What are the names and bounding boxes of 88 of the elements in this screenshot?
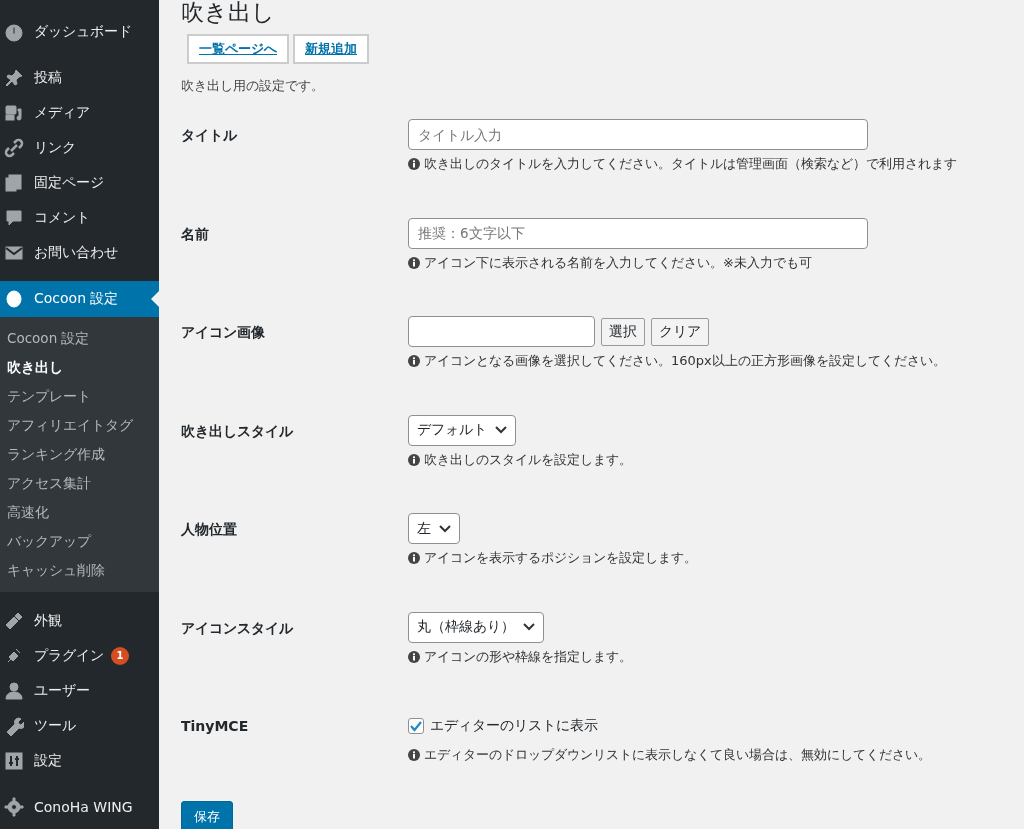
menu-label: ユーザー xyxy=(34,681,90,700)
menu-item[interactable]: 外観 xyxy=(0,603,159,638)
info-icon xyxy=(408,355,420,367)
submenu-item[interactable]: キャッシュ削除 xyxy=(0,556,159,585)
pages-icon xyxy=(4,172,24,193)
info-icon xyxy=(408,158,420,170)
gauge-icon xyxy=(4,21,24,42)
field-label: 吹き出しスタイル xyxy=(181,422,293,441)
field-label: タイトル xyxy=(181,127,237,145)
media-icon xyxy=(4,102,24,123)
brush-icon xyxy=(4,610,24,631)
help-text-label: 吹き出しのタイトルを入力してください。タイトルは管理画面（検索など）で利用されます xyxy=(424,155,957,173)
help-text-label: アイコンの形や枠線を指定します。 xyxy=(424,647,632,666)
checkbox-label: エディターのリストに表示 xyxy=(430,716,598,735)
select-dropdown[interactable]: 丸（枠線あり） xyxy=(408,611,544,643)
save-button[interactable]: 保存 xyxy=(181,801,233,829)
pin-icon xyxy=(4,67,24,88)
page-title: 吹き出し xyxy=(181,0,275,26)
chevron-down-icon xyxy=(495,426,507,434)
menu-item[interactable]: プラグイン 1 xyxy=(0,638,159,673)
chevron-down-icon xyxy=(439,524,451,533)
menu-item[interactable]: 設定 xyxy=(0,743,159,778)
menu-label: 投稿 xyxy=(34,68,62,87)
submenu-item[interactable]: 高速化 xyxy=(0,498,159,527)
image-button[interactable]: クリア xyxy=(651,317,709,346)
egg-icon xyxy=(4,289,24,309)
wrench-icon xyxy=(4,715,24,736)
page-link-button[interactable]: 一覧ページへ xyxy=(187,34,289,64)
image-button[interactable]: 選択 xyxy=(601,317,645,346)
menu-label: ConoHa WING xyxy=(34,798,133,815)
menu-label: メディア xyxy=(34,103,90,122)
menu-label: 設定 xyxy=(34,751,62,770)
submenu-item[interactable]: Cocoon 設定 xyxy=(0,324,159,353)
help-text-label: アイコンを表示するポジションを設定します。 xyxy=(424,549,697,567)
menu-label: お問い合わせ xyxy=(34,243,118,262)
menu-item[interactable]: メディア xyxy=(0,95,159,130)
select-dropdown[interactable]: 左 xyxy=(408,513,460,544)
help-text-label: アイコン下に表示される名前を入力してください。※未入力でも可 xyxy=(424,253,812,272)
info-icon xyxy=(408,256,420,269)
speech-bubble-icon xyxy=(4,207,24,228)
menu-item[interactable]: お問い合わせ xyxy=(0,235,159,270)
checkbox[interactable] xyxy=(408,717,424,734)
menu-item[interactable]: リンク xyxy=(0,130,159,165)
submenu-item[interactable]: テンプレート xyxy=(0,382,159,411)
menu-item[interactable]: コメント xyxy=(0,200,159,235)
submenu-item[interactable]: ランキング作成 xyxy=(0,440,159,469)
menu-label: ダッシュボード xyxy=(34,22,132,41)
field-label: TinyMCE xyxy=(181,718,249,734)
page-description: 吹き出し用の設定です。 xyxy=(181,78,324,95)
text-input[interactable]: タイトル入力 xyxy=(408,119,868,150)
field-label: アイコン画像 xyxy=(181,324,265,342)
field-label: アイコンスタイル xyxy=(181,619,293,638)
chevron-down-icon xyxy=(523,623,535,631)
select-dropdown[interactable]: デフォルト xyxy=(408,414,516,446)
help-text-label: 吹き出しのスタイルを設定します。 xyxy=(424,450,632,469)
submenu-item[interactable]: アフィリエイトタグ xyxy=(0,411,159,440)
info-icon xyxy=(408,453,420,466)
menu-item[interactable]: ConoHa WING xyxy=(0,789,159,824)
menu-label: リンク xyxy=(34,138,76,157)
menu-item[interactable]: 固定ページ xyxy=(0,165,159,200)
person-icon xyxy=(4,680,24,701)
update-count-badge: 1 xyxy=(111,646,129,665)
page-link-button[interactable]: 新規追加 xyxy=(293,34,369,64)
info-icon xyxy=(408,552,420,564)
submenu-item[interactable]: アクセス集計 xyxy=(0,469,159,498)
info-icon xyxy=(408,650,420,663)
menu-label: コメント xyxy=(34,208,90,227)
text-input[interactable]: 推奨：6文字以下 xyxy=(408,217,868,249)
field-label: 人物位置 xyxy=(181,521,237,539)
menu-label: Cocoon 設定 xyxy=(34,290,119,308)
menu-item[interactable]: ダッシュボード xyxy=(0,14,159,49)
help-text-label: アイコンとなる画像を選択してください。160px以上の正方形画像を設定してください。 xyxy=(424,352,946,370)
menu-label: 固定ページ xyxy=(34,173,104,192)
info-icon xyxy=(408,749,420,761)
field-label: 名前 xyxy=(181,225,209,244)
menu-label: プラグイン xyxy=(34,646,104,665)
sliders-icon xyxy=(4,750,24,771)
menu-item[interactable]: Cocoon 設定 xyxy=(0,281,159,317)
link-icon xyxy=(4,137,24,158)
menu-item[interactable]: ツール xyxy=(0,708,159,743)
image-url-input[interactable] xyxy=(408,316,595,347)
submenu-item[interactable]: 吹き出し xyxy=(0,353,159,382)
help-text-label: エディターのドロップダウンリストに表示しなくて良い場合は、無効にしてください。 xyxy=(424,746,931,764)
menu-label: 外観 xyxy=(34,611,62,630)
menu-label: ツール xyxy=(34,716,76,735)
menu-item[interactable]: ユーザー xyxy=(0,673,159,708)
submenu-item[interactable]: バックアップ xyxy=(0,527,159,556)
menu-item[interactable]: 投稿 xyxy=(0,60,159,95)
